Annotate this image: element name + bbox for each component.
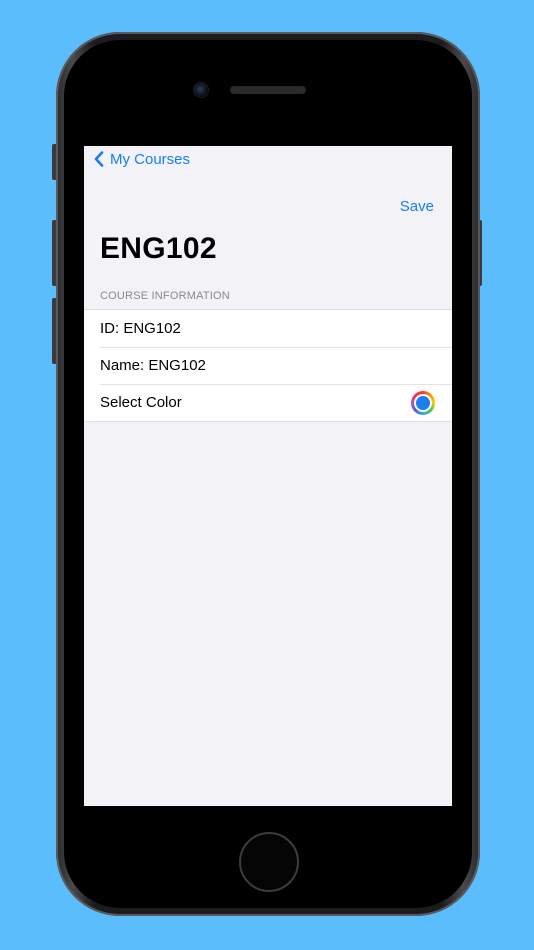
page-title: ENG102 <box>100 232 217 265</box>
app-screen: My Courses Save ENG102 COURSE INFORMATIO… <box>84 146 452 806</box>
color-well-ring <box>414 394 432 412</box>
back-button[interactable]: My Courses <box>94 148 190 170</box>
earpiece-speaker <box>230 86 306 94</box>
chevron-left-icon <box>94 151 104 167</box>
course-name-row[interactable]: Name: ENG102 <box>84 347 452 384</box>
home-button <box>239 832 299 892</box>
save-button[interactable]: Save <box>400 198 434 215</box>
course-id-label: ID: ENG102 <box>100 320 181 337</box>
course-info-list: ID: ENG102 Name: ENG102 Select Color <box>84 309 452 422</box>
stage: My Courses Save ENG102 COURSE INFORMATIO… <box>0 0 534 950</box>
selected-color-swatch <box>416 396 430 410</box>
select-color-row[interactable]: Select Color <box>84 384 452 421</box>
color-wheel-icon[interactable] <box>411 391 435 415</box>
course-id-row[interactable]: ID: ENG102 <box>84 310 452 347</box>
course-name-label: Name: ENG102 <box>100 357 206 374</box>
front-camera <box>194 83 208 97</box>
select-color-label: Select Color <box>100 394 182 411</box>
section-header: COURSE INFORMATION <box>100 290 230 302</box>
back-button-label: My Courses <box>110 150 191 168</box>
